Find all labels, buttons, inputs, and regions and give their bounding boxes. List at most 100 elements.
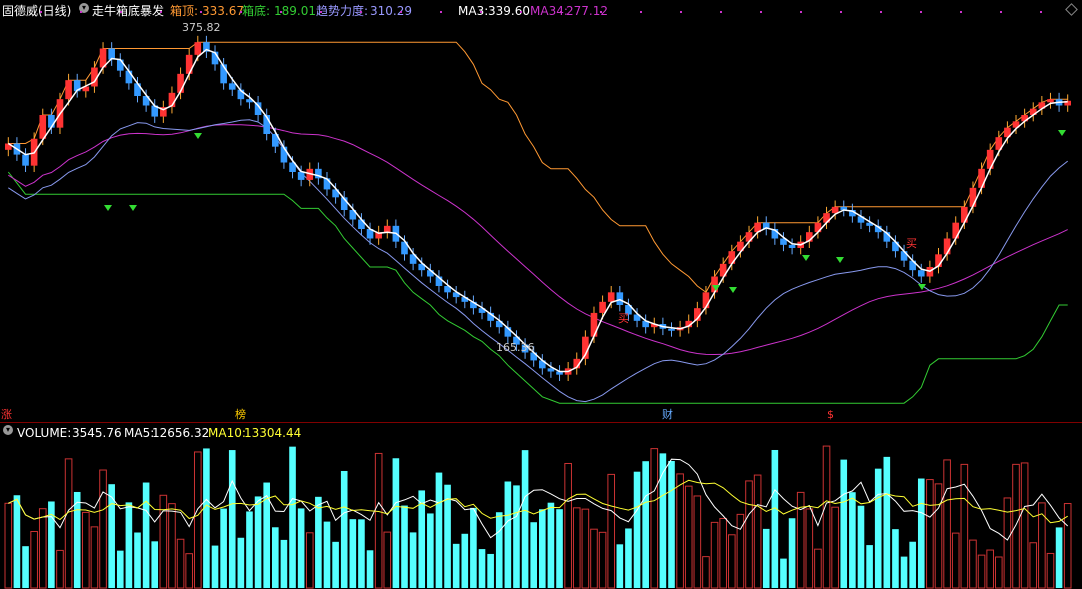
volume-bar <box>909 541 916 588</box>
volume-bar <box>616 544 624 588</box>
volume-bar <box>994 556 1003 589</box>
volume-bar <box>822 445 831 589</box>
volume-bar <box>176 538 185 589</box>
volume-bar <box>693 495 702 589</box>
volume-bar <box>883 456 891 588</box>
volume-bar <box>392 458 400 588</box>
volume-bar <box>771 449 779 588</box>
volume-bar <box>470 507 477 588</box>
volume-bar <box>642 461 649 588</box>
volume-bar <box>427 513 434 588</box>
volume-bar <box>702 556 710 589</box>
volume-bar <box>211 545 219 588</box>
volume-bar <box>727 534 736 589</box>
volume-bar <box>607 473 616 589</box>
volume-bar <box>572 507 581 589</box>
volume-bar <box>1029 542 1038 589</box>
volume-bar <box>539 509 546 588</box>
volume-bar <box>969 539 977 589</box>
volume-bar <box>358 519 365 588</box>
volume-bar <box>547 502 555 588</box>
volume-ma5-line <box>8 458 1069 541</box>
volume-bar <box>13 495 21 588</box>
volume-bar <box>831 506 839 589</box>
volume-bar <box>220 508 227 588</box>
volume-bar <box>745 480 753 589</box>
volume-bar <box>383 531 392 589</box>
volume-bar <box>719 518 727 589</box>
volume-bar <box>900 556 908 588</box>
volume-bar <box>452 543 460 588</box>
volume-bar <box>625 528 632 588</box>
volume-bar <box>556 509 563 588</box>
volume-bar <box>374 452 383 589</box>
volume-bar <box>943 459 951 589</box>
volume-bar <box>977 554 986 589</box>
volume-bar <box>866 545 873 588</box>
volume-bar <box>99 469 107 589</box>
volume-bar <box>116 550 124 588</box>
volume-bar <box>874 468 882 588</box>
volume-bar <box>581 508 590 589</box>
volume-bar <box>280 539 288 588</box>
volume-bar <box>254 496 262 588</box>
volume-bar <box>633 471 641 588</box>
volume-bar <box>753 474 762 589</box>
volume-bar <box>305 532 314 589</box>
volume-bar <box>917 478 925 588</box>
volume-chart[interactable] <box>0 0 1082 589</box>
volume-bar <box>564 462 572 589</box>
volume-bar <box>30 530 38 589</box>
volume-bar <box>228 450 236 588</box>
volume-bar <box>435 472 443 588</box>
volume-bar <box>409 532 417 588</box>
volume-bar <box>710 521 719 589</box>
volume-bar <box>934 483 943 589</box>
volume-bar <box>926 479 934 589</box>
volume-bar <box>986 549 994 589</box>
volume-bar <box>1012 463 1020 589</box>
volume-bar <box>134 532 141 588</box>
volume-bar <box>125 502 133 588</box>
volume-bar <box>1055 527 1063 588</box>
volume-bar <box>4 502 13 589</box>
volume-bar <box>504 481 512 588</box>
volume-bar <box>513 485 520 588</box>
volume-bar <box>38 508 47 589</box>
volume-bar <box>1046 552 1055 589</box>
volume-bar <box>22 546 29 588</box>
volume-bar <box>401 505 408 588</box>
volume-bar <box>650 448 659 589</box>
volume-bar <box>590 528 598 589</box>
volume-ma10-line <box>8 479 1068 524</box>
volume-bar <box>151 541 159 588</box>
volume-bar <box>349 519 357 588</box>
volume-bar <box>814 548 822 589</box>
volume-bar <box>780 558 787 588</box>
volume-bar <box>495 512 503 588</box>
volume-bar <box>788 518 796 588</box>
volume-bar <box>142 482 150 588</box>
volume-bar <box>193 451 202 589</box>
volume-bar <box>521 450 529 588</box>
volume-bar <box>185 553 193 589</box>
volume-bar <box>90 526 99 589</box>
volume-bar <box>892 529 899 588</box>
volume-bar <box>332 541 339 588</box>
volume-bar <box>168 503 176 589</box>
volume-bar <box>366 550 374 588</box>
volume-bar <box>478 549 486 588</box>
volume-bar <box>340 470 348 588</box>
volume-bar <box>289 446 296 588</box>
volume-bar <box>64 458 73 589</box>
volume-bar <box>960 463 969 589</box>
volume-bar <box>598 531 607 589</box>
volume-bar <box>668 460 675 588</box>
volume-bar <box>323 521 331 588</box>
volume-bar <box>461 533 469 588</box>
volume-bar <box>530 522 537 588</box>
volume-bar <box>297 508 305 588</box>
volume-bar <box>487 553 494 588</box>
volume-bar <box>237 537 245 588</box>
volume-bar <box>73 491 81 588</box>
